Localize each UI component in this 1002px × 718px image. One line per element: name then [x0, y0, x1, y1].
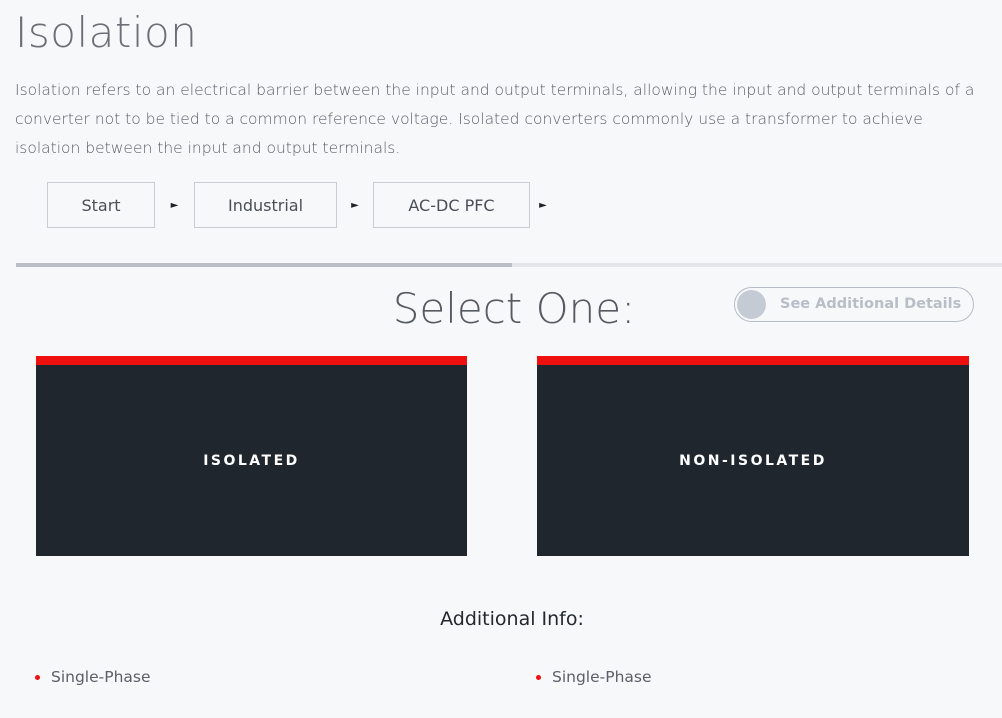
triangle-right-icon: ►	[351, 199, 359, 211]
additional-info-heading: Additional Info:	[440, 608, 584, 630]
list-item-label: Single-Phase	[51, 668, 151, 686]
progress-bar	[16, 263, 1002, 267]
triangle-right-icon: ►	[539, 199, 547, 211]
list-item: Single-Phase	[35, 664, 151, 690]
triangle-right-icon: ►	[170, 199, 179, 211]
breadcrumb: Start ► Industrial ► AC-DC PFC ►	[47, 182, 556, 228]
option-isolated-card[interactable]: ISOLATED	[36, 356, 467, 556]
breadcrumb-item-ac-dc-pfc[interactable]: AC-DC PFC	[373, 182, 530, 228]
toggle-knob[interactable]	[737, 290, 766, 319]
intro-text: Isolation refers to an electrical barrie…	[15, 81, 975, 157]
list-item: Single-Phase	[536, 664, 652, 690]
additional-info-list-left: Single-Phase	[35, 664, 151, 690]
option-label: NON-ISOLATED	[679, 452, 827, 469]
breadcrumb-item-start[interactable]: Start	[47, 182, 155, 228]
progress-bar-fill	[16, 263, 512, 267]
toggle-label: See Additional Details	[780, 296, 962, 312]
bullet-icon	[35, 675, 40, 680]
option-non-isolated-card[interactable]: NON-ISOLATED	[537, 356, 969, 556]
see-additional-details-toggle[interactable]: See Additional Details	[734, 287, 974, 322]
option-label: ISOLATED	[203, 452, 300, 469]
additional-info-list-right: Single-Phase	[536, 664, 652, 690]
page-title: Isolation	[15, 8, 198, 57]
list-item-label: Single-Phase	[552, 668, 652, 686]
bullet-icon	[536, 675, 541, 680]
breadcrumb-item-industrial[interactable]: Industrial	[194, 182, 337, 228]
